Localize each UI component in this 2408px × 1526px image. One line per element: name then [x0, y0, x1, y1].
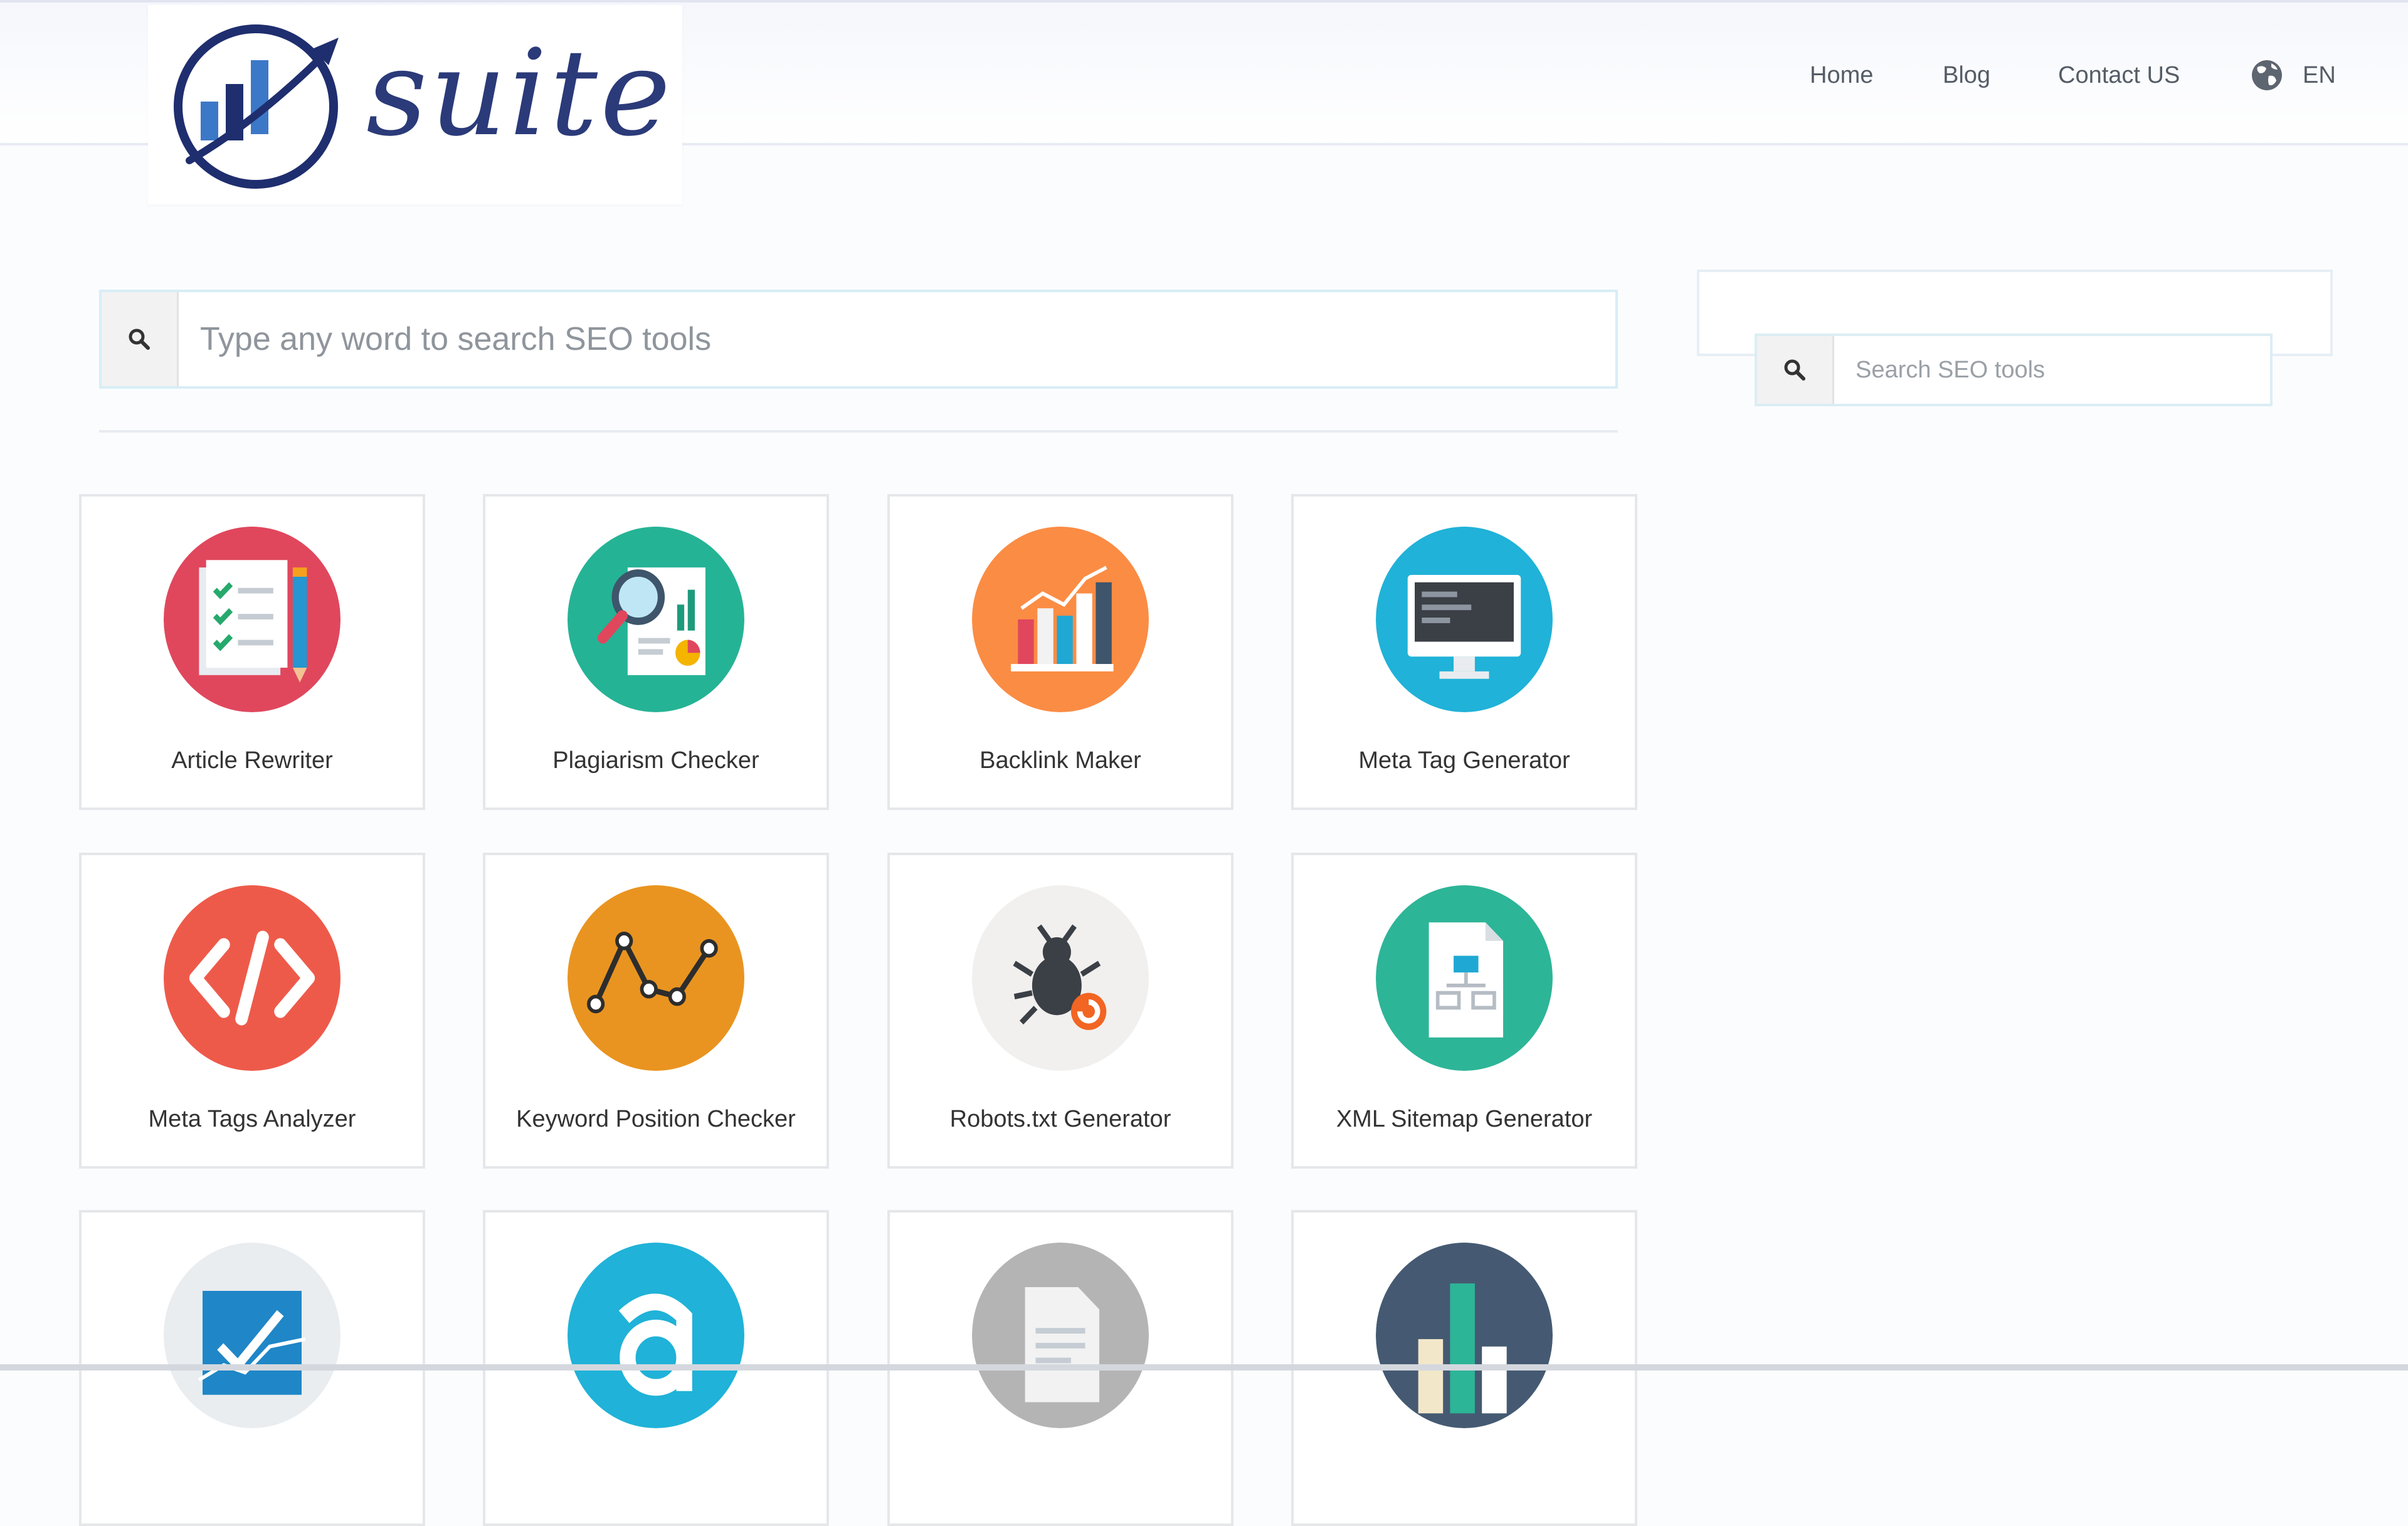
nav-home-link[interactable]: Home: [1810, 58, 1873, 93]
document-icon: [972, 1243, 1149, 1428]
tool-card-meta-tags-analyzer[interactable]: Meta Tags Analyzer: [79, 853, 425, 1169]
tool-icon-circle: [972, 527, 1149, 712]
language-selector[interactable]: EN: [2250, 58, 2336, 93]
logo-wordmark: suite: [366, 24, 673, 162]
tool-icon-circle: [972, 1243, 1149, 1428]
globe-icon: [2252, 60, 2282, 90]
tool-card-keyword-position-checker[interactable]: Keyword Position Checker: [483, 853, 829, 1169]
tool-icon-circle: [568, 527, 744, 712]
tool-card-xml-sitemap-generator[interactable]: XML Sitemap Generator: [1291, 853, 1637, 1169]
tool-icon-circle: [164, 885, 341, 1071]
tool-icon-circle: [1376, 527, 1553, 712]
sidebar-search-input[interactable]: [1834, 336, 2270, 404]
tool-label: Backlink Maker: [980, 747, 1141, 774]
tool-icon-circle: [164, 1243, 341, 1428]
search-icon: [1784, 359, 1805, 381]
line-graph-icon: [568, 885, 744, 1071]
bottom-border: [0, 1364, 2408, 1371]
tool-icon-circle: [1376, 1243, 1553, 1428]
search-divider: [99, 430, 1618, 433]
bar-columns-icon: [1376, 1243, 1553, 1428]
tool-icon-circle: [568, 1243, 744, 1428]
tool-icon-circle: [568, 885, 744, 1071]
sidebar-search-bar: [1755, 334, 2273, 406]
tool-card-plagiarism-checker[interactable]: Plagiarism Checker: [483, 494, 829, 810]
main-search-bar: [99, 290, 1618, 389]
tool-card-meta-tag-generator[interactable]: Meta Tag Generator: [1291, 494, 1637, 810]
tool-card-backlink-maker[interactable]: Backlink Maker: [887, 494, 1233, 810]
tool-label: Meta Tag Generator: [1358, 747, 1570, 774]
document-checklist-icon: [164, 527, 341, 712]
site-logo[interactable]: suite: [148, 5, 682, 204]
sidebar-search-button[interactable]: [1757, 336, 1834, 404]
search-icon: [129, 329, 150, 350]
tool-label: Plagiarism Checker: [552, 747, 759, 774]
code-icon: [164, 885, 341, 1071]
tool-icon-circle: [972, 885, 1149, 1071]
language-label: EN: [2303, 62, 2336, 88]
tool-label: Robots.txt Generator: [949, 1106, 1171, 1132]
chart-check-icon: [164, 1243, 341, 1428]
tool-icon-circle: [1376, 885, 1553, 1071]
tool-card-article-rewriter[interactable]: Article Rewriter: [79, 494, 425, 810]
letter-a-icon: [568, 1243, 744, 1428]
search-button[interactable]: [102, 292, 179, 386]
monitor-icon: [1376, 527, 1553, 712]
search-input[interactable]: [179, 292, 1615, 386]
magnifier-report-icon: [568, 527, 744, 712]
tool-label: Article Rewriter: [171, 747, 333, 774]
bar-chart-icon: [972, 527, 1149, 712]
tool-label: Keyword Position Checker: [516, 1106, 796, 1132]
nav-blog-link[interactable]: Blog: [1943, 58, 1990, 93]
tool-icon-circle: [164, 527, 341, 712]
sitemap-file-icon: [1376, 885, 1553, 1071]
tool-label: Meta Tags Analyzer: [148, 1106, 356, 1132]
bug-icon: [972, 885, 1149, 1071]
nav-contact-link[interactable]: Contact US: [2058, 58, 2180, 93]
tool-card-robots-txt-generator[interactable]: Robots.txt Generator: [887, 853, 1233, 1169]
logo-emblem-icon: [174, 24, 339, 189]
tool-label: XML Sitemap Generator: [1336, 1106, 1593, 1132]
